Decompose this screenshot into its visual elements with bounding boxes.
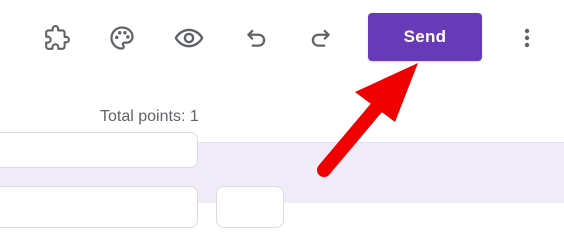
redo-icon[interactable] [305,22,337,54]
more-vert-icon[interactable] [511,22,543,54]
form-editor-toolbar: Send [0,0,564,80]
question-card[interactable] [0,132,198,168]
undo-icon[interactable] [240,22,272,54]
preview-icon[interactable] [173,22,205,54]
palette-icon[interactable] [106,22,138,54]
question-card[interactable] [0,186,198,228]
send-button[interactable]: Send [368,13,482,61]
add-ons-icon[interactable] [41,22,73,54]
floating-toolbar-card[interactable] [216,186,284,228]
total-points-label: Total points: 1 [100,108,199,125]
